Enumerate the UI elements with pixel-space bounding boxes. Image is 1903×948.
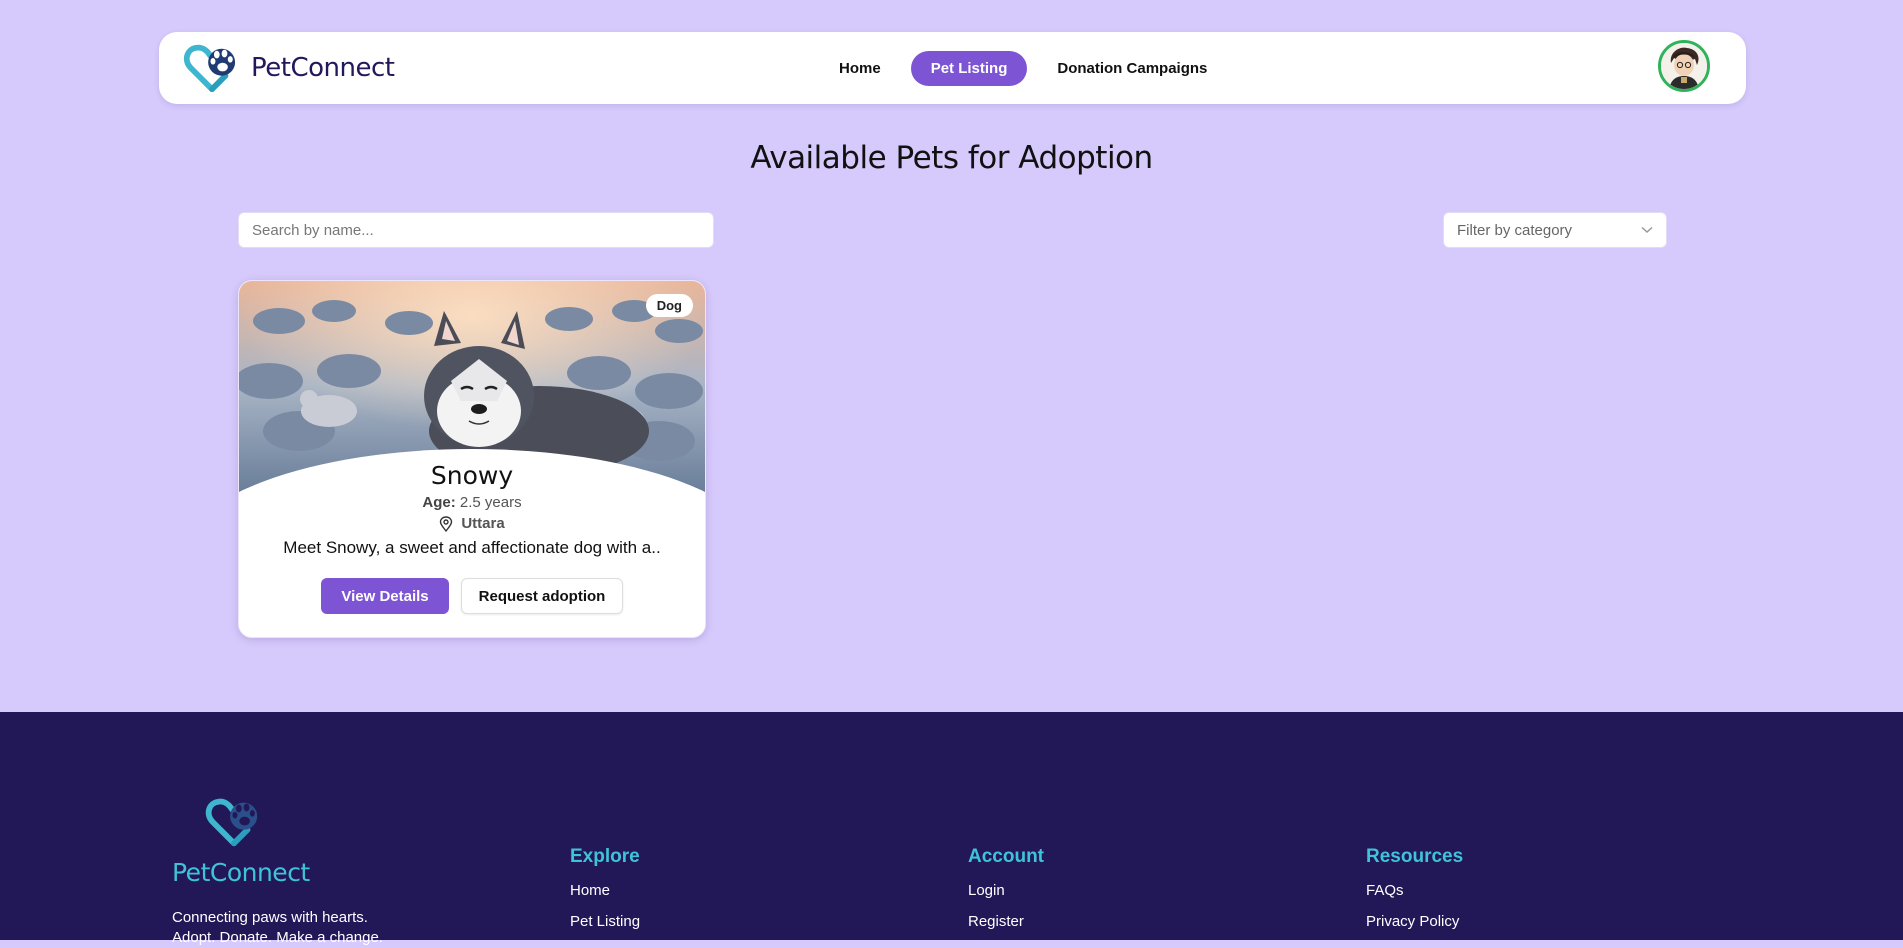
main-nav: Home Pet Listing Donation Campaigns xyxy=(819,50,1227,86)
footer-link-register[interactable]: Register xyxy=(968,913,1044,930)
nav-home[interactable]: Home xyxy=(819,51,901,86)
user-avatar[interactable] xyxy=(1658,40,1710,92)
pet-age-value: 2.5 years xyxy=(459,494,522,511)
category-filter-select[interactable]: Filter by category xyxy=(1443,212,1667,248)
pet-location: Uttara xyxy=(239,515,705,532)
pet-age: Age: 2.5 years xyxy=(239,494,705,511)
brand-name: PetConnect xyxy=(251,53,395,83)
footer-link-home[interactable]: Home xyxy=(570,882,640,899)
footer-account-title: Account xyxy=(968,846,1044,867)
navbar: PetConnect Home Pet Listing Donation Cam… xyxy=(159,32,1746,104)
page-title: Available Pets for Adoption xyxy=(750,140,1153,176)
pet-description: Meet Snowy, a sweet and affectionate dog… xyxy=(283,538,661,557)
footer-resources-title: Resources xyxy=(1366,846,1464,867)
location-pin-icon xyxy=(440,515,453,532)
footer-explore: Explore Home Pet Listing xyxy=(570,846,640,944)
nav-donation-campaigns[interactable]: Donation Campaigns xyxy=(1037,51,1227,86)
chevron-down-icon xyxy=(1641,226,1653,234)
footer: PetConnect Connecting paws with hearts. … xyxy=(0,712,1903,946)
footer-account: Account Login Register xyxy=(968,846,1044,944)
footer-brand: PetConnect xyxy=(172,858,310,887)
heart-paw-logo-icon xyxy=(205,798,258,847)
pet-card: Dog Snowy Age: 2.5 years Uttara Meet Sno… xyxy=(238,280,706,638)
footer-link-faqs[interactable]: FAQs xyxy=(1366,882,1463,899)
avatar-image xyxy=(1661,43,1707,89)
card-body: Snowy Age: 2.5 years Uttara Meet Snowy, … xyxy=(239,457,705,614)
footer-link-login[interactable]: Login xyxy=(968,882,1044,899)
pet-name: Snowy xyxy=(430,461,514,490)
filter-label: Filter by category xyxy=(1457,221,1573,239)
search-input[interactable] xyxy=(238,212,714,248)
footer-tagline: Connecting paws with hearts. Adopt. Dona… xyxy=(172,909,383,946)
footer-link-privacy-policy[interactable]: Privacy Policy xyxy=(1366,913,1463,930)
heart-paw-logo-icon xyxy=(183,44,236,93)
request-adoption-button[interactable]: Request adoption xyxy=(461,578,623,614)
brand-home-link[interactable]: PetConnect xyxy=(183,44,395,93)
footer-link-pet-listing[interactable]: Pet Listing xyxy=(570,913,640,930)
card-actions: View Details Request adoption xyxy=(239,578,705,614)
category-badge: Dog xyxy=(645,294,693,317)
footer-resources: Resources FAQs Privacy Policy xyxy=(1366,846,1463,944)
view-details-button[interactable]: View Details xyxy=(321,578,449,614)
footer-explore-title: Explore xyxy=(570,846,640,867)
nav-pet-listing[interactable]: Pet Listing xyxy=(910,50,1028,86)
pet-location-text: Uttara xyxy=(461,515,505,532)
pet-age-label: Age: xyxy=(422,494,456,511)
